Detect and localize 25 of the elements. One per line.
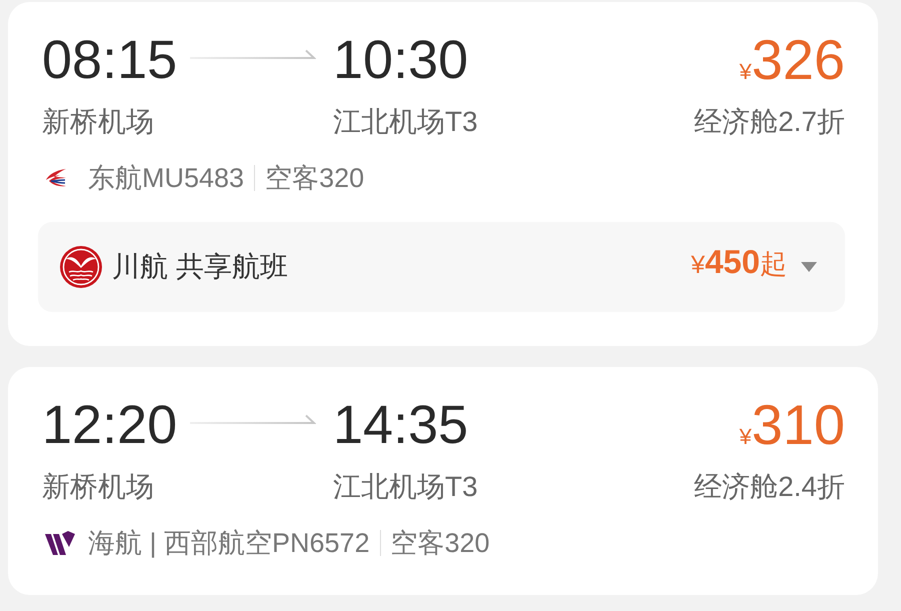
codeshare-price: ¥450起 (691, 245, 787, 282)
price: ¥326 (739, 33, 845, 87)
departure-airport: 新桥机场 (42, 105, 155, 139)
bird-emblem-icon (60, 246, 102, 288)
caret-icon[interactable] (801, 262, 817, 272)
departure-time: 08:15 (42, 33, 178, 87)
codeshare-label: 川航 共享航班 (112, 250, 288, 284)
swoosh-logo-icon (45, 168, 67, 188)
price: ¥310 (739, 398, 845, 452)
cabin-discount: 经济舱2.7折 (694, 105, 845, 139)
codeshare-panel[interactable]: 川航 共享航班 ¥450起 (38, 222, 845, 312)
arrival-airport: 江北机场T3 (333, 470, 478, 504)
stripes-logo-icon (45, 531, 75, 555)
flight-card[interactable]: 12:20 新桥机场 14:35 江北机场T3 ¥310 经济舱2.4折 海航 | 西部航空PN6572 空客320 (8, 367, 878, 595)
flight-info-text: 空客320 (265, 162, 364, 195)
flight-info-text: 空客320 (390, 527, 490, 560)
departure-airport: 新桥机场 (42, 470, 155, 504)
flight-info-text: 海航 | 西部航空PN6572 (88, 527, 370, 560)
arrival-time: 10:30 (333, 33, 470, 87)
arrival-airport: 江北机场T3 (333, 105, 478, 139)
flight-info-text: 东航MU5483 (88, 162, 244, 195)
flight-card[interactable]: 08:15 新桥机场 10:30 江北机场T3 ¥326 经济舱2.7折 东航MU5483 空客320 川航 共享航班 ¥450起 (8, 2, 878, 346)
cabin-discount: 经济舱2.4折 (694, 470, 845, 504)
arrival-time: 14:35 (333, 398, 470, 452)
departure-time: 12:20 (42, 398, 178, 452)
